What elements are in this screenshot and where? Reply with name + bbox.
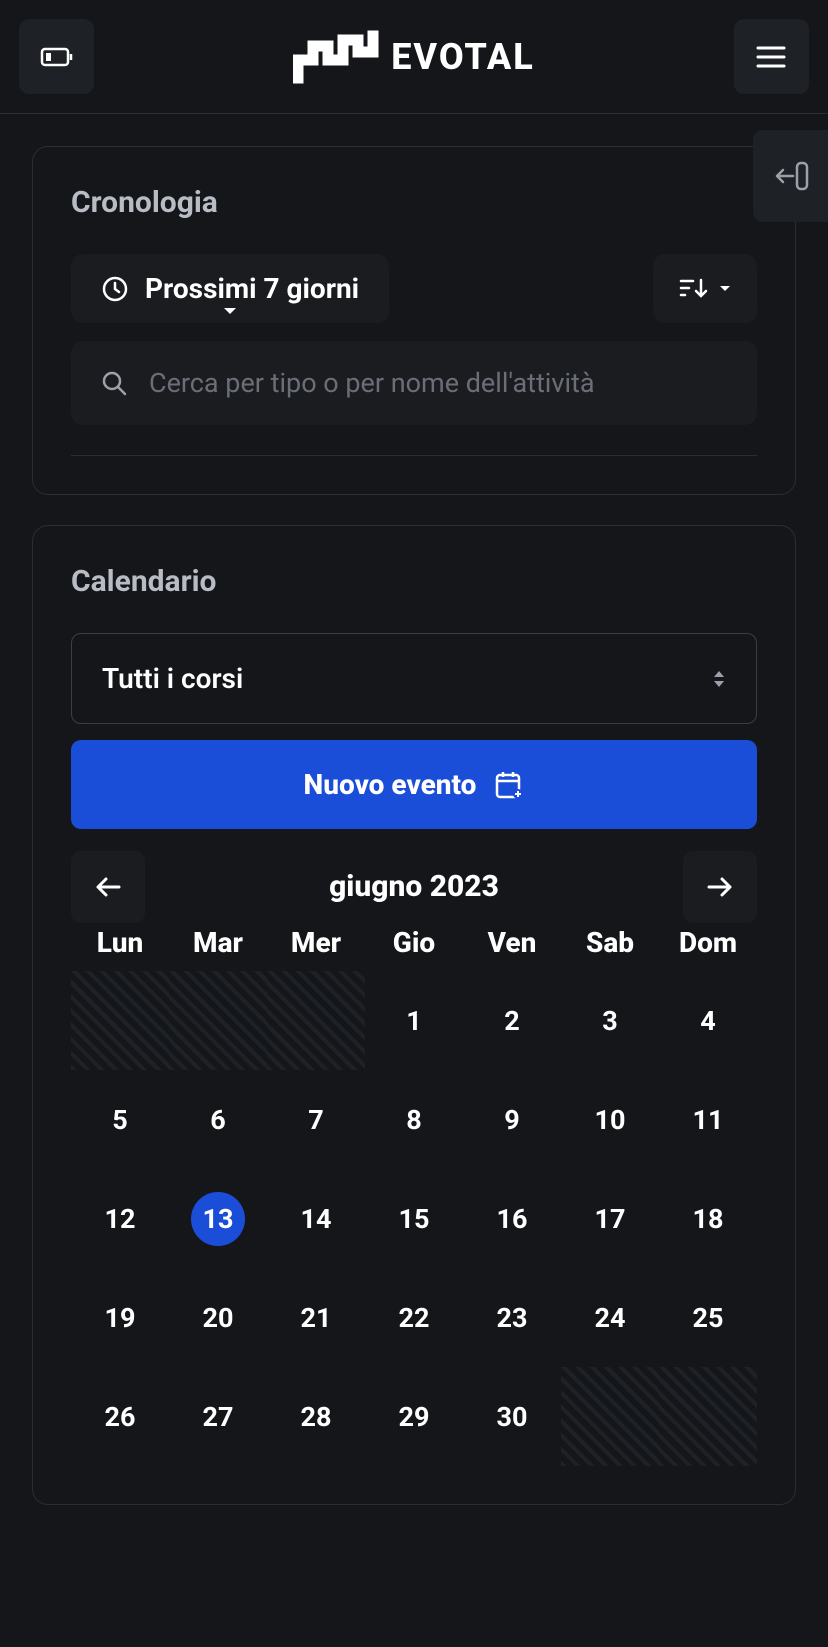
calendar-day[interactable]: 4 <box>659 971 757 1070</box>
calendar-day <box>267 971 365 1070</box>
timeline-title: Cronologia <box>71 185 757 220</box>
calendar-day[interactable]: 11 <box>659 1070 757 1169</box>
clock-icon <box>101 275 129 303</box>
new-event-button[interactable]: Nuovo evento <box>71 740 757 829</box>
calendar-day[interactable]: 26 <box>71 1367 169 1466</box>
new-event-label: Nuovo evento <box>304 768 477 801</box>
time-range-label: Prossimi 7 giorni <box>145 272 359 305</box>
arrow-right-icon <box>707 876 733 898</box>
sort-icon <box>679 276 709 302</box>
arrow-left-icon <box>95 876 121 898</box>
calendar-day <box>659 1367 757 1466</box>
calendar-day <box>71 971 169 1070</box>
battery-button[interactable] <box>19 19 94 94</box>
search-input[interactable] <box>149 367 727 399</box>
battery-icon <box>40 45 74 69</box>
calendar-day[interactable]: 5 <box>71 1070 169 1169</box>
time-range-dropdown[interactable]: Prossimi 7 giorni <box>71 254 389 323</box>
search-icon <box>101 370 127 396</box>
calendar-day[interactable]: 12 <box>71 1169 169 1268</box>
calendar-day[interactable]: 25 <box>659 1268 757 1367</box>
day-header: Sab <box>561 914 659 971</box>
calendar-day-headers: LunMarMerGioVenSabDom <box>71 914 757 971</box>
day-header: Gio <box>365 914 463 971</box>
calendar-day[interactable]: 21 <box>267 1268 365 1367</box>
month-header: giugno 2023 <box>71 869 757 904</box>
calendar-day[interactable]: 24 <box>561 1268 659 1367</box>
hamburger-icon <box>756 45 786 69</box>
calendar-day[interactable]: 14 <box>267 1169 365 1268</box>
menu-button[interactable] <box>734 19 809 94</box>
calendar-day[interactable]: 30 <box>463 1367 561 1466</box>
calendar-day[interactable]: 16 <box>463 1169 561 1268</box>
calendar-day[interactable]: 28 <box>267 1367 365 1466</box>
calendar-title: Calendario <box>71 564 757 599</box>
logo-mark-icon <box>293 30 379 84</box>
select-arrows-icon <box>712 670 726 688</box>
caret-down-icon <box>223 307 237 315</box>
calendar-day[interactable]: 20 <box>169 1268 267 1367</box>
calendar-day[interactable]: 7 <box>267 1070 365 1169</box>
calendar-day[interactable]: 10 <box>561 1070 659 1169</box>
calendar-day[interactable]: 15 <box>365 1169 463 1268</box>
day-header: Lun <box>71 914 169 971</box>
calendar-day[interactable]: 3 <box>561 971 659 1070</box>
divider <box>71 455 757 456</box>
collapse-panel-button[interactable] <box>753 130 828 222</box>
brand-logo: EVOTAL <box>293 30 535 84</box>
calendar-day[interactable]: 27 <box>169 1367 267 1466</box>
day-header: Mer <box>267 914 365 971</box>
calendar-day[interactable]: 9 <box>463 1070 561 1169</box>
course-filter-label: Tutti i corsi <box>102 662 243 695</box>
course-filter-select[interactable]: Tutti i corsi <box>71 633 757 724</box>
calendar-day[interactable]: 13 <box>169 1169 267 1268</box>
calendar-day[interactable]: 29 <box>365 1367 463 1466</box>
next-month-button[interactable] <box>683 851 757 923</box>
calendar-card: Calendario Tutti i corsi Nuovo evento gi… <box>32 525 796 1505</box>
calendar-day[interactable]: 1 <box>365 971 463 1070</box>
brand-text: EVOTAL <box>391 36 535 78</box>
caret-down-icon <box>719 285 731 292</box>
calendar-body: 1234567891011121314151617181920212223242… <box>71 971 757 1466</box>
calendar-day[interactable]: 8 <box>365 1070 463 1169</box>
day-header: Ven <box>463 914 561 971</box>
calendar-day[interactable]: 18 <box>659 1169 757 1268</box>
day-header: Dom <box>659 914 757 971</box>
calendar-day[interactable]: 22 <box>365 1268 463 1367</box>
app-header: EVOTAL <box>0 0 828 114</box>
timeline-card: Cronologia Prossimi 7 giorni <box>32 146 796 495</box>
calendar-day[interactable]: 6 <box>169 1070 267 1169</box>
calendar-day[interactable]: 23 <box>463 1268 561 1367</box>
month-label: giugno 2023 <box>329 869 499 904</box>
collapse-icon <box>773 159 809 193</box>
calendar-day <box>561 1367 659 1466</box>
prev-month-button[interactable] <box>71 851 145 923</box>
calendar-day <box>169 971 267 1070</box>
calendar-day[interactable]: 19 <box>71 1268 169 1367</box>
calendar-day[interactable]: 17 <box>561 1169 659 1268</box>
calendar-day[interactable]: 2 <box>463 971 561 1070</box>
calendar-plus-icon <box>494 770 524 800</box>
sort-dropdown[interactable] <box>653 254 757 323</box>
day-header: Mar <box>169 914 267 971</box>
search-container <box>71 341 757 425</box>
